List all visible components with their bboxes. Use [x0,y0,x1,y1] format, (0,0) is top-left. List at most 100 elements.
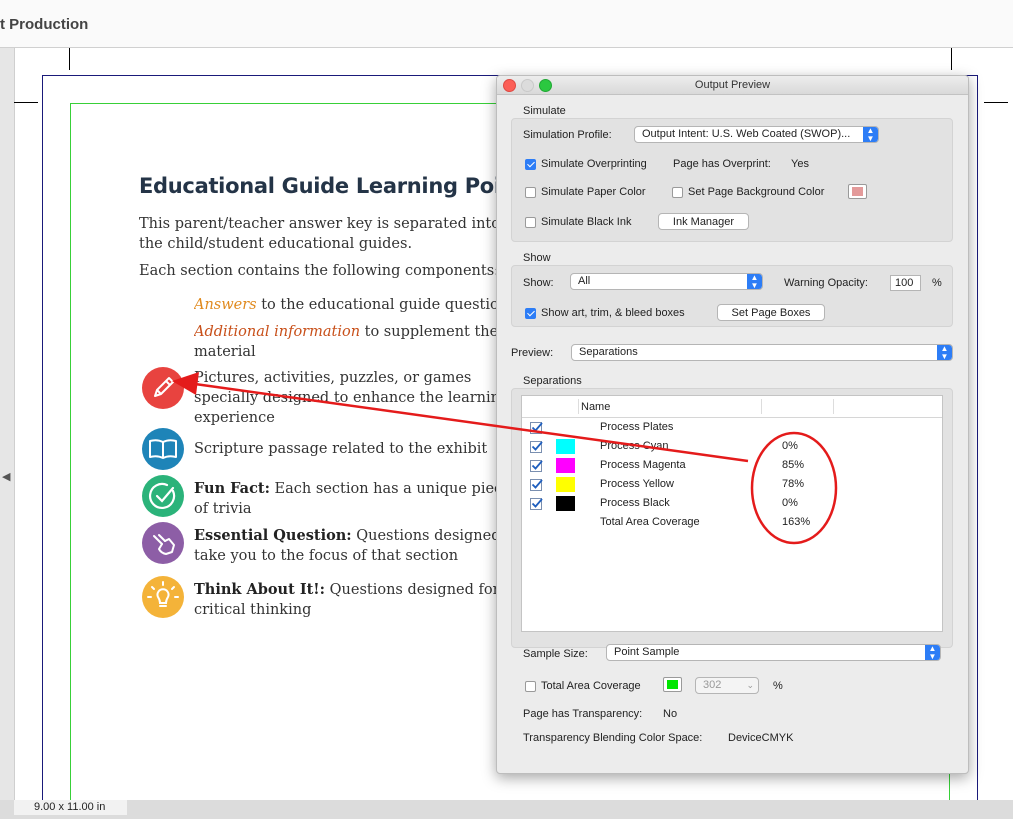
show-boxes-checkbox[interactable] [525,308,536,319]
pictures-line-2: specially designed to enhance the learni… [194,390,510,406]
intro-line-2: the child/student educational guides. [139,236,413,252]
scripture-line: Scripture passage related to the exhibit [194,441,488,457]
simulate-section-label: Simulate [523,105,566,117]
select-arrows-icon: ▲ ▼ [863,127,878,142]
simulation-profile-value: Output Intent: U.S. Web Coated (SWOP)... [642,128,851,140]
collapse-left-icon[interactable]: ◀ [2,470,10,483]
set-page-background-checkbox[interactable] [672,187,683,198]
simulate-paper-color-checkbox[interactable] [525,187,536,198]
status-bar: 9.00 x 11.00 in [0,800,1013,819]
preview-label: Preview: [511,347,554,359]
show-value: All [578,275,591,287]
pictures-line-1: Pictures, activities, puzzles, or games [194,370,472,386]
plate-visibility-checkbox[interactable] [530,497,543,510]
sample-size-value: Point Sample [614,646,680,658]
ink-color-swatch [556,439,575,454]
tac-percent: % [773,680,783,692]
plate-name: Process Plates [600,421,674,433]
name-column-header[interactable]: Name [581,401,610,413]
show-select[interactable]: All ▲ ▼ [570,273,763,290]
tac-value-select[interactable]: 302 ⌄ [695,677,759,694]
ink-color-swatch [556,477,575,492]
close-window-button[interactable] [503,79,516,92]
dialog-titlebar[interactable]: Output Preview [497,76,968,95]
crop-mark [951,48,952,70]
page-size-readout: 9.00 x 11.00 in [14,800,127,815]
think-line-2: critical thinking [194,602,312,618]
output-preview-dialog[interactable]: Output Preview Simulate Simulation Profi… [496,75,969,774]
think-text: Questions designed for [325,582,500,598]
warning-opacity-label: Warning Opacity: [784,277,868,289]
set-page-boxes-button[interactable]: Set Page Boxes [717,304,825,321]
table-row[interactable]: Process Magenta 85% [522,456,942,475]
plate-name: Process Yellow [600,478,674,490]
zoom-window-button[interactable] [539,79,552,92]
lightbulb-icon [142,576,184,618]
plate-value: 85% [782,459,805,471]
plate-visibility-checkbox[interactable] [530,421,543,434]
answers-text: to the educational guide questions [256,297,516,313]
plate-value: 0% [782,440,798,452]
separations-table[interactable]: Name Process Plates Process Cyan 0% Process… [521,395,943,632]
warning-opacity-input[interactable]: 100 [890,275,921,291]
crop-mark [14,102,38,103]
page-has-transparency-value: No [663,708,678,720]
ink-manager-button[interactable]: Ink Manager [658,213,749,230]
components-line: Each section contains the following comp… [139,263,500,279]
plate-name: Process Magenta [600,459,686,471]
pencil-icon [142,367,184,409]
plate-name: Process Cyan [600,440,669,452]
select-arrows-icon: ▲ ▼ [937,345,952,360]
essential-label: Essential Question: [194,527,352,544]
plate-visibility-checkbox[interactable] [530,459,543,472]
plate-visibility-checkbox[interactable] [530,440,543,453]
separations-section-label: Separations [523,375,582,387]
table-row[interactable]: Process Plates [522,418,942,437]
pictures-line-3: experience [194,410,275,426]
table-row[interactable]: Total Area Coverage 163% [522,513,942,532]
book-icon [142,428,184,470]
warning-opacity-percent: % [932,277,942,289]
page-has-overprint-label: Page has Overprint: [673,158,771,170]
sample-size-label: Sample Size: [523,648,588,660]
simulate-overprinting-label: Simulate Overprinting [541,158,647,170]
answers-label: Answers [194,297,257,313]
tac-value: 302 [703,679,722,691]
total-area-coverage-checkbox[interactable] [525,681,536,692]
plate-visibility-checkbox[interactable] [530,478,543,491]
select-arrows-icon: ▲ ▼ [925,645,940,660]
additional-line-2: material [194,344,256,360]
table-row[interactable]: Process Yellow 78% [522,475,942,494]
simulate-paper-color-label: Simulate Paper Color [541,186,646,198]
simulate-black-ink-checkbox[interactable] [525,217,536,228]
simulation-profile-select[interactable]: Output Intent: U.S. Web Coated (SWOP)...… [634,126,879,143]
simulate-black-ink-label: Simulate Black Ink [541,216,632,228]
additional-label: Additional information [194,324,361,340]
table-row[interactable]: Process Cyan 0% [522,437,942,456]
page-has-transparency-label: Page has Transparency: [523,708,643,720]
essential-line-2: take you to the focus of that section [194,548,459,564]
essential-text: Questions designed to [356,528,496,544]
window-titlebar: t Production [0,0,1013,48]
transparency-space-value: DeviceCMYK [728,732,794,744]
chevron-down-icon: ⌄ [746,680,754,690]
tac-color-swatch[interactable] [663,677,682,692]
table-row[interactable]: Process Black 0% [522,494,942,513]
page-background-color-swatch[interactable] [848,184,867,199]
essential-line-1: Essential Question: Questions designed t… [194,526,496,546]
minimize-window-button[interactable] [521,79,534,92]
plate-name: Total Area Coverage [600,516,700,528]
funfact-label: Fun Fact: [194,480,270,497]
sample-size-select[interactable]: Point Sample ▲ ▼ [606,644,941,661]
funfact-line-1: Fun Fact: Each section has a unique piec… [194,479,511,499]
table-header: Name [522,396,942,418]
show-label: Show: [523,277,554,289]
crop-mark [984,102,1008,103]
transparency-space-label: Transparency Blending Color Space: [523,732,703,744]
think-line-1: Think About It!: Questions designed for [194,580,500,600]
pointing-hand-icon [142,522,184,564]
preview-select[interactable]: Separations ▲ ▼ [571,344,953,361]
simulate-overprinting-checkbox[interactable] [525,159,536,170]
plate-name: Process Black [600,497,670,509]
additional-item: Additional information to supplement the [194,322,498,342]
